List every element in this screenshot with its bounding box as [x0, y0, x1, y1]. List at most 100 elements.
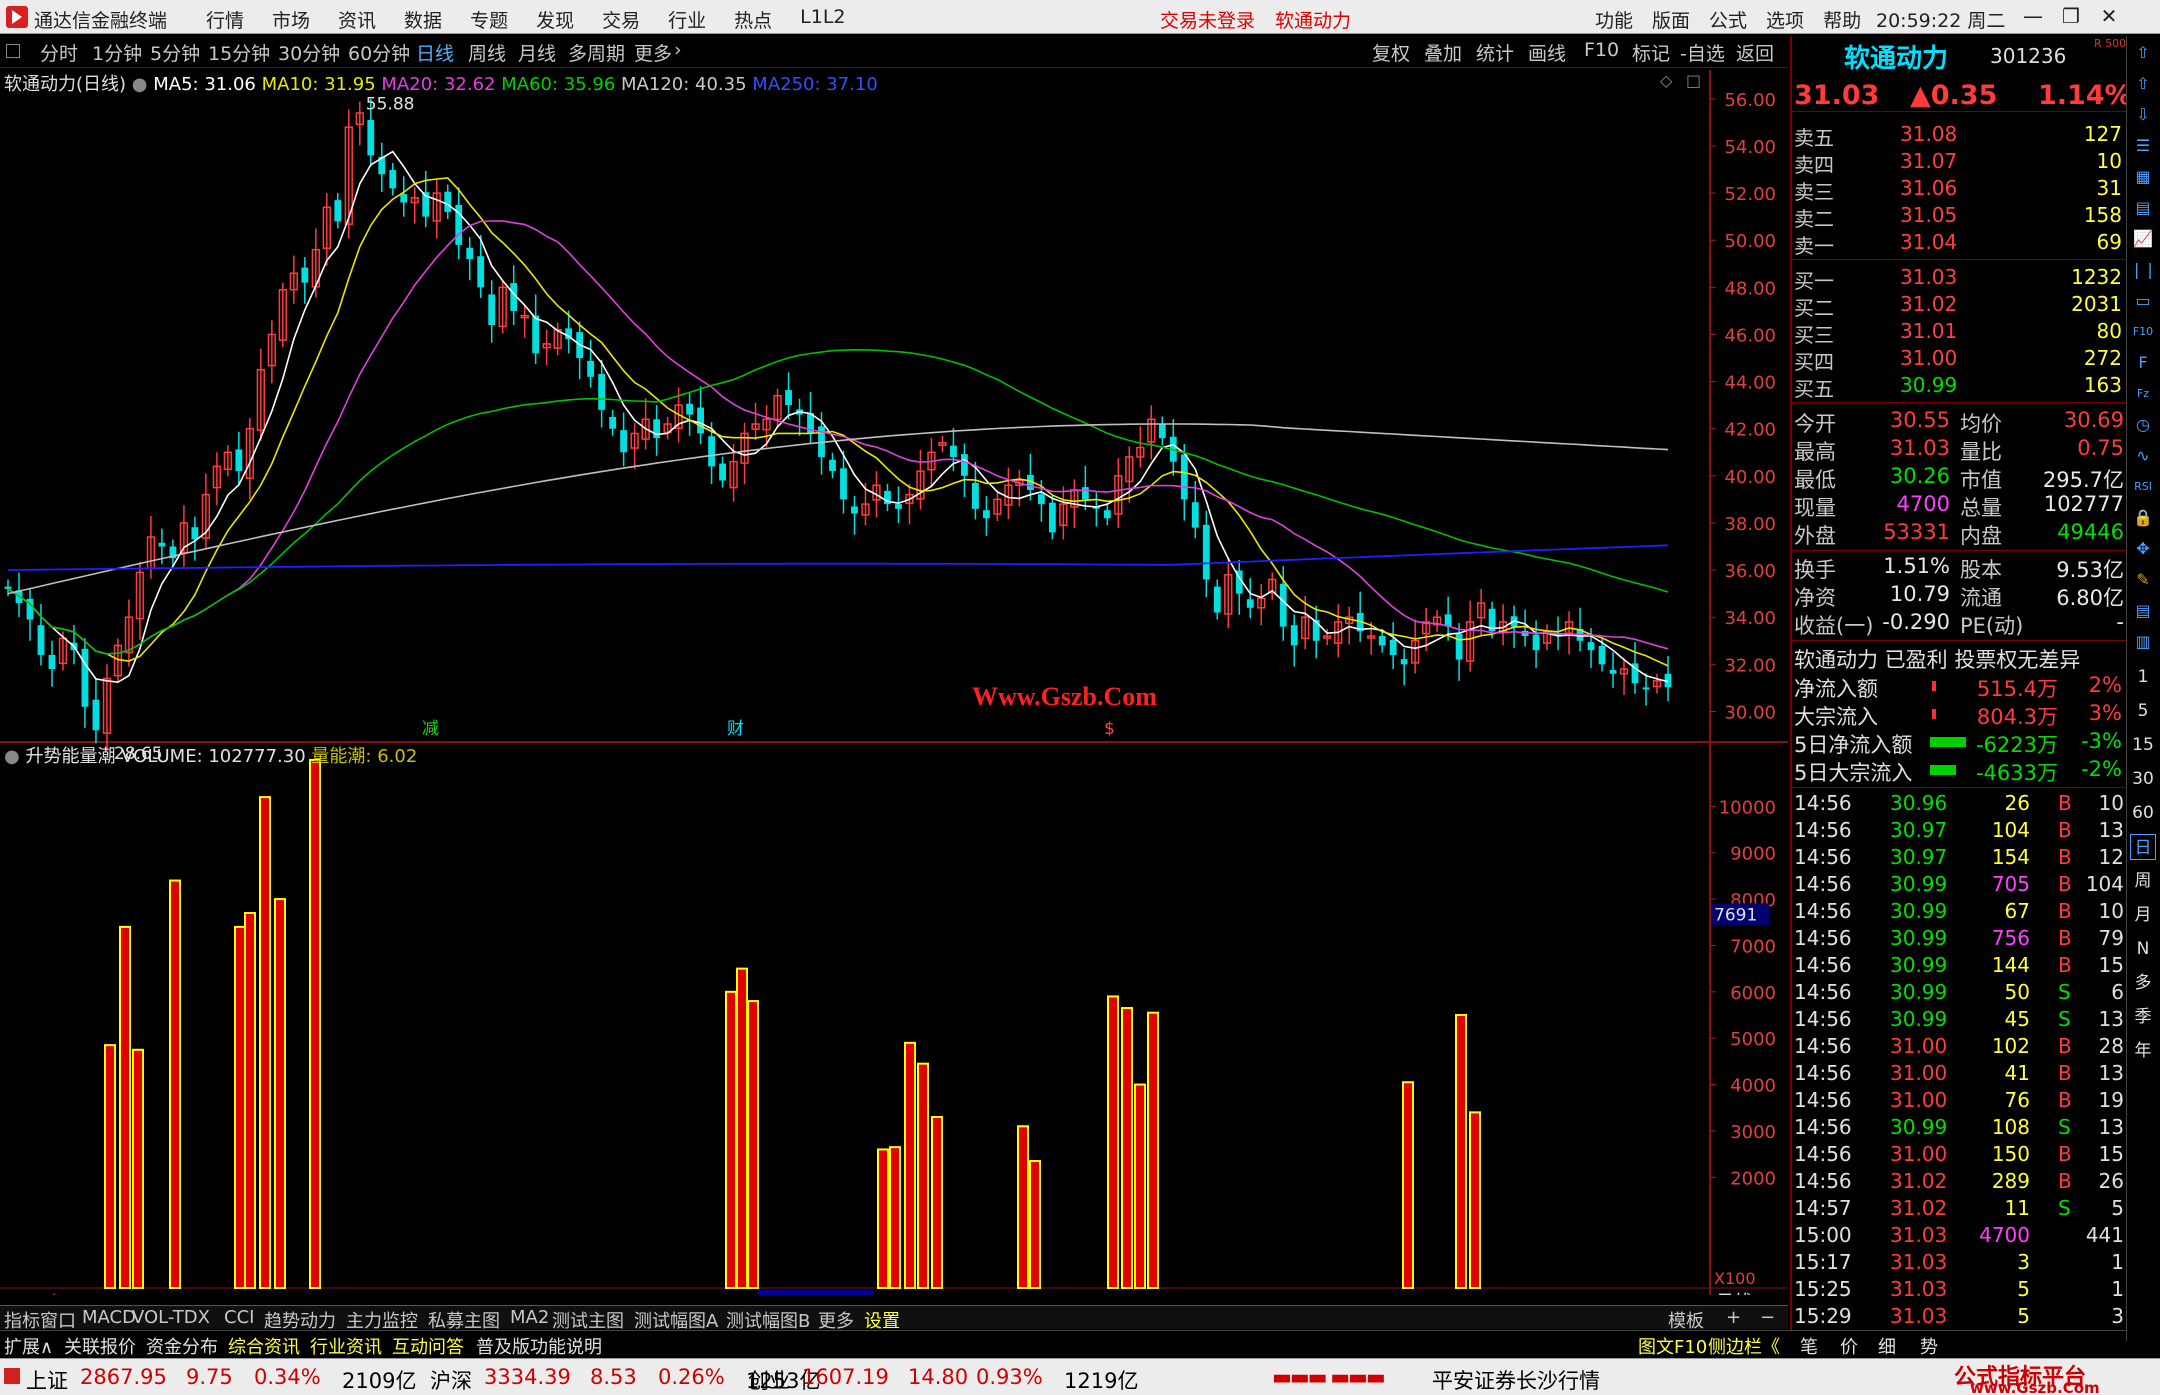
indicator-tab-2[interactable]: MACD [82, 1307, 136, 1328]
side-period-7[interactable]: 月 [2130, 902, 2156, 928]
layout-toggle-icon[interactable] [6, 44, 20, 58]
restore-button[interactable]: ❐ [2056, 4, 2086, 30]
ask-row[interactable]: 卖二 31.05 158 [1792, 203, 2128, 231]
lock-icon[interactable]: 🔒 [2130, 505, 2156, 531]
ask-row[interactable]: 卖五 31.08 127 [1792, 122, 2128, 150]
event-marker-2[interactable]: 财 [727, 719, 744, 739]
chart-tool-5[interactable]: 标记 [1632, 39, 1670, 66]
candle-icon[interactable]: ❘❘ [2130, 257, 2157, 283]
ask-row[interactable]: 卖四 31.07 10 [1792, 149, 2128, 177]
period-tab-7[interactable]: 周线 [468, 39, 506, 66]
right-menu-item-1[interactable]: 版面 [1652, 6, 1690, 33]
side-period-1[interactable]: 5 [2130, 698, 2156, 724]
menu-item-1[interactable]: 市场 [272, 6, 310, 33]
menu-item-2[interactable]: 资讯 [338, 6, 376, 33]
period-tab-6[interactable]: 日线 [416, 39, 454, 66]
indicator-tab-3[interactable]: VOL-TDX [132, 1307, 210, 1328]
ext-tab-2[interactable]: 资金分布 [146, 1333, 218, 1359]
fz-icon[interactable]: Fz [2130, 381, 2156, 407]
current-stock-link[interactable]: 软通动力 [1275, 10, 1351, 32]
ext-tab-3[interactable]: 综合资讯 [228, 1333, 300, 1359]
side-period-0[interactable]: 1 [2130, 664, 2156, 690]
index-name[interactable]: 上证 [26, 1365, 68, 1395]
minimize-button[interactable]: — [2018, 4, 2048, 30]
period-tab-4[interactable]: 30分钟 [278, 39, 340, 66]
period-tab-1[interactable]: 1分钟 [92, 39, 142, 66]
index-name[interactable]: 创业 [748, 1365, 790, 1395]
right-menu-item-4[interactable]: 帮助 [1823, 6, 1861, 33]
list-icon[interactable]: ☰ [2130, 133, 2156, 159]
ext-tab-6[interactable]: 普及版功能说明 [476, 1333, 602, 1359]
ext-right-1[interactable]: 侧边栏《 [1708, 1333, 1780, 1359]
pen-icon[interactable]: ✎ [2130, 567, 2156, 593]
ext-right-0[interactable]: 图文F10 [1638, 1333, 1707, 1359]
menu-item-6[interactable]: 交易 [602, 6, 640, 33]
quote-tab-2[interactable]: 细 [1878, 1333, 1896, 1359]
chart-svg[interactable]: 56.00 54.00 52.00 50.00 48.00 46.00 44.00 42.00… [0, 70, 1788, 1313]
quote-tab-0[interactable]: 笔 [1800, 1333, 1818, 1359]
side-period-5[interactable]: 日 [2130, 834, 2156, 860]
ext-tab-1[interactable]: 关联报价 [64, 1333, 136, 1359]
side-period-11[interactable]: 年 [2130, 1038, 2156, 1064]
chart-tool-6[interactable]: -自选 [1680, 39, 1725, 66]
menu-item-8[interactable]: 热点 [734, 6, 772, 33]
ext-tab-4[interactable]: 行业资讯 [310, 1333, 382, 1359]
chart-tool-3[interactable]: 画线 [1528, 39, 1566, 66]
menu-item-0[interactable]: 行情 [206, 6, 244, 33]
bid-row[interactable]: 买二 31.02 2031 [1792, 292, 2128, 320]
menu-item-4[interactable]: 专题 [470, 6, 508, 33]
bid-row[interactable]: 买五 30.99 163 [1792, 373, 2128, 401]
ext-tab-5[interactable]: 互动问答 [392, 1333, 464, 1359]
period-tab-10[interactable]: 更多 [634, 39, 672, 66]
event-marker-1[interactable]: 减 [422, 719, 439, 739]
chart-diamond-icon[interactable]: ◇ [1660, 71, 1673, 90]
login-link[interactable]: 交易未登录 [1160, 10, 1255, 32]
up-arrow-icon[interactable]: ⇧ [2130, 40, 2156, 66]
f-icon[interactable]: F [2130, 350, 2156, 376]
grid-icon[interactable]: ▦ [2130, 164, 2156, 190]
bid-row[interactable]: 买一 31.03 1232 [1792, 265, 2128, 293]
indicator-tab-8[interactable]: MA2 [510, 1307, 549, 1328]
side-period-2[interactable]: 15 [2130, 732, 2156, 758]
quote-tab-3[interactable]: 势 [1920, 1333, 1938, 1359]
chart-tool-7[interactable]: 返回 [1736, 39, 1774, 66]
side-period-10[interactable]: 季 [2130, 1004, 2156, 1030]
f10-icon[interactable]: F10 [2130, 319, 2156, 345]
chart-area[interactable]: 56.00 54.00 52.00 50.00 48.00 46.00 44.00 42.00… [0, 70, 1788, 1313]
side-period-9[interactable]: 多 [2130, 970, 2156, 996]
right-menu-item-2[interactable]: 公式 [1709, 6, 1747, 33]
legend-toggle-icon[interactable]: ● [132, 74, 148, 95]
down-arrow-icon[interactable]: ⇩ [2130, 102, 2156, 128]
side-period-3[interactable]: 30 [2130, 766, 2156, 792]
move-icon[interactable]: ✥ [2130, 536, 2156, 562]
period-tab-9[interactable]: 多周期 [568, 39, 625, 66]
side-period-4[interactable]: 60 [2130, 800, 2156, 826]
right-menu-item-0[interactable]: 功能 [1595, 6, 1633, 33]
ask-row[interactable]: 卖一 31.04 69 [1792, 230, 2128, 258]
period-tab-3[interactable]: 15分钟 [208, 39, 270, 66]
menu-item-7[interactable]: 行业 [668, 6, 706, 33]
chart-tool-2[interactable]: 统计 [1476, 39, 1514, 66]
bid-row[interactable]: 买三 31.01 80 [1792, 319, 2128, 347]
wave-icon[interactable]: ∿ [2130, 443, 2156, 469]
ext-tab-0[interactable]: 扩展∧ [4, 1333, 53, 1359]
indicator-tab-4[interactable]: CCI [224, 1307, 254, 1328]
chart-tool-4[interactable]: F10 [1584, 39, 1619, 61]
clock-icon[interactable]: ◷ [2130, 412, 2156, 438]
vol-toggle-icon[interactable]: ● [4, 746, 20, 767]
bid-row[interactable]: 买四 31.00 272 [1792, 346, 2128, 374]
side-period-6[interactable]: 周 [2130, 868, 2156, 894]
doc3-icon[interactable]: ▥ [2130, 629, 2156, 655]
side-period-8[interactable]: N [2130, 936, 2156, 962]
table-icon[interactable]: ▤ [2130, 195, 2156, 221]
doc-icon[interactable]: ▭ [2130, 288, 2156, 314]
rsi-icon[interactable]: RSI [2130, 474, 2156, 500]
more-chevron-icon[interactable]: › [674, 39, 682, 61]
doc2-icon[interactable]: ▤ [2130, 598, 2156, 624]
period-tab-5[interactable]: 60分钟 [348, 39, 410, 66]
period-tab-2[interactable]: 5分钟 [150, 39, 200, 66]
index-name[interactable]: 沪深 [430, 1365, 472, 1395]
menu-item-9[interactable]: L1L2 [800, 6, 845, 33]
chart-tool-1[interactable]: 叠加 [1424, 39, 1462, 66]
close-button[interactable]: ✕ [2094, 4, 2124, 30]
